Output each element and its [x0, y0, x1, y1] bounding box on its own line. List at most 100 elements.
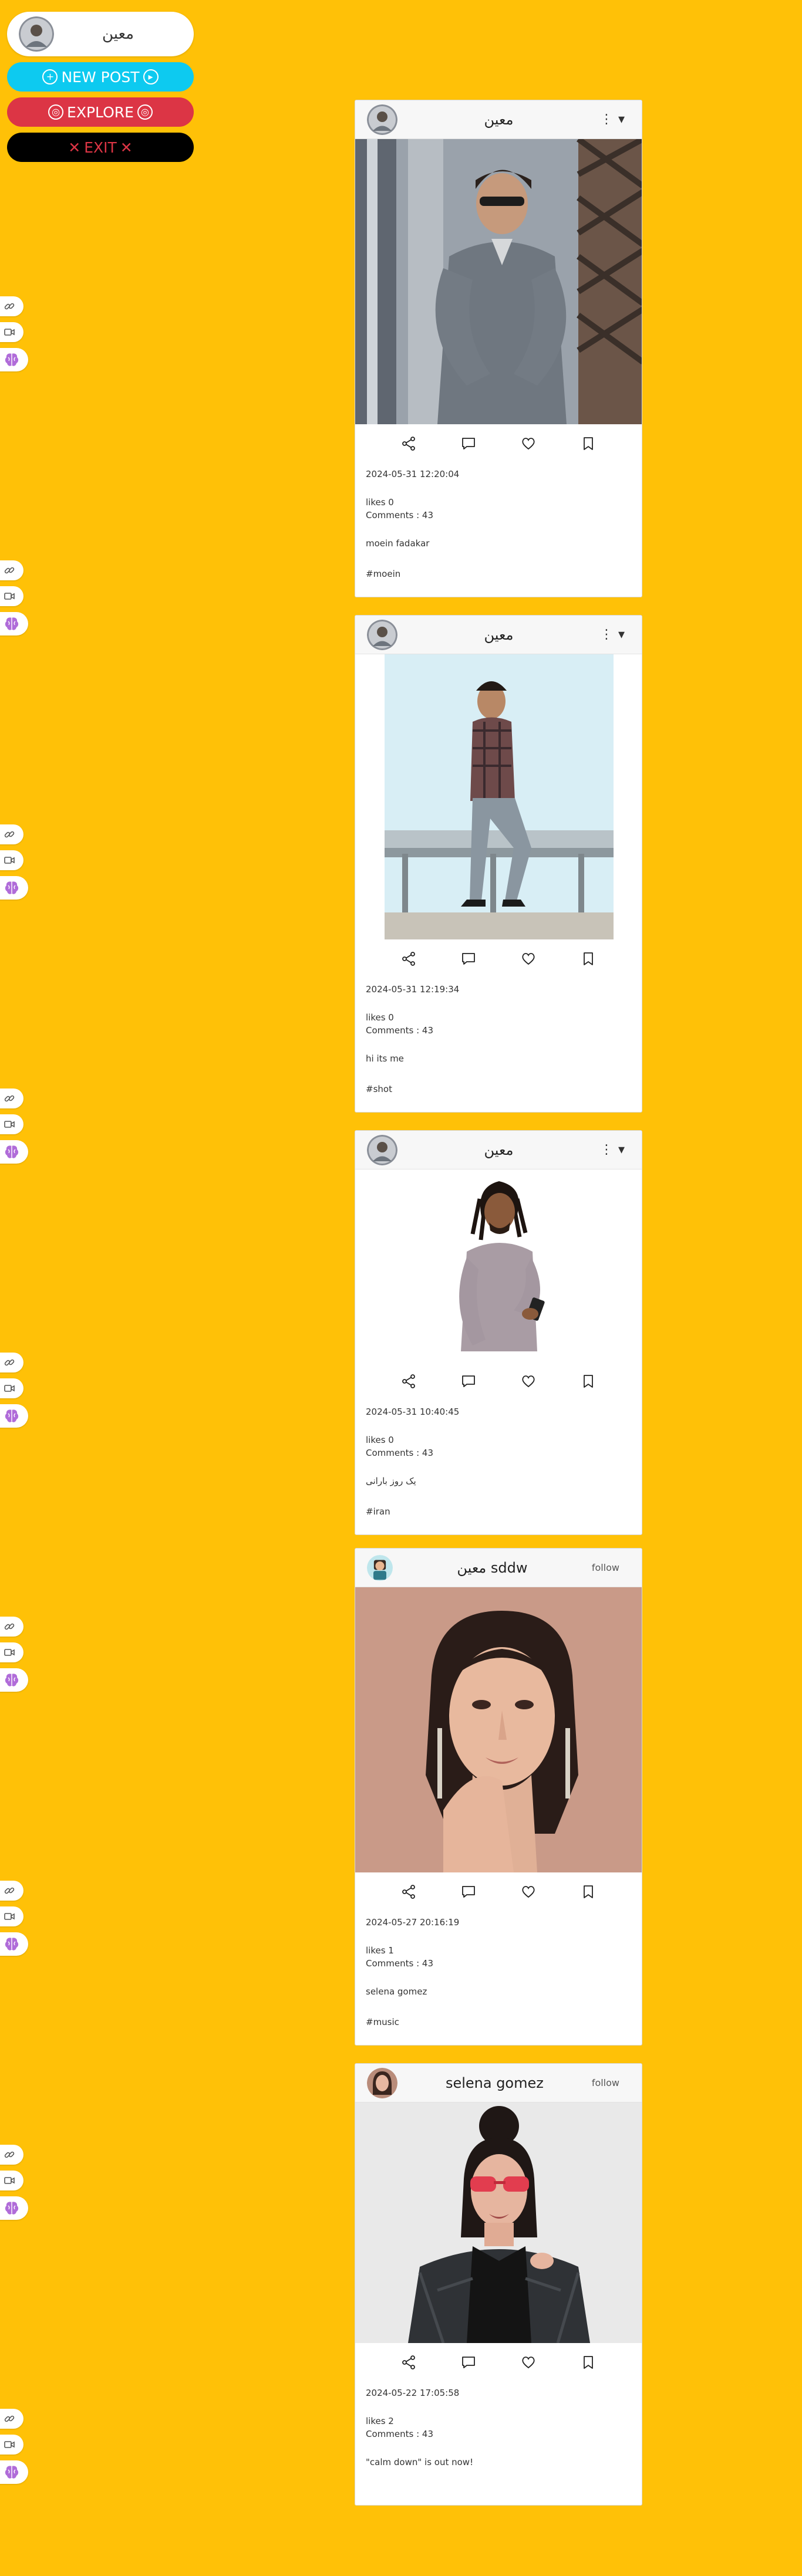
post-image[interactable]	[355, 654, 642, 939]
comments-count[interactable]: Comments : 43	[366, 1448, 631, 1458]
link-icon[interactable]	[0, 2409, 23, 2429]
heart-icon[interactable]	[521, 1374, 536, 1389]
brain-icon[interactable]	[0, 348, 28, 371]
video-icon[interactable]	[0, 1378, 23, 1398]
avatar[interactable]	[367, 2067, 397, 2098]
link-icon[interactable]	[0, 296, 23, 316]
comment-icon[interactable]	[461, 436, 476, 451]
new-post-button[interactable]: + NEW POST ▸	[7, 62, 194, 92]
video-icon[interactable]	[0, 586, 23, 606]
share-icon[interactable]	[401, 436, 416, 451]
share-icon[interactable]	[401, 2355, 416, 2370]
heart-icon[interactable]	[521, 1884, 536, 1899]
post-card: selena gomez follow 2024-05-22 17:05:58 …	[355, 2063, 642, 2506]
avatar[interactable]	[367, 1554, 393, 1581]
side-tools-group	[0, 2145, 29, 2226]
link-icon[interactable]	[0, 1881, 23, 1901]
post-date: 2024-05-31 10:40:45	[366, 1407, 460, 1417]
share-icon[interactable]	[401, 1374, 416, 1389]
video-icon[interactable]	[0, 2171, 23, 2190]
post-hashtag[interactable]: #moein	[366, 569, 631, 579]
link-icon[interactable]	[0, 1617, 23, 1637]
post-caption: hi its me	[366, 1053, 404, 1064]
post-author[interactable]: selena gomez	[397, 2075, 592, 2091]
video-icon[interactable]	[0, 1642, 23, 1662]
bookmark-icon[interactable]	[581, 436, 596, 451]
post-hashtag[interactable]: #music	[366, 2017, 631, 2027]
follow-button[interactable]: follow	[592, 2077, 630, 2088]
post-hashtag[interactable]: #shot	[366, 1084, 631, 1094]
bookmark-icon[interactable]	[581, 1884, 596, 1899]
post-author[interactable]: معین	[397, 627, 600, 643]
link-icon[interactable]	[0, 1088, 23, 1108]
follow-button[interactable]: follow	[592, 1562, 630, 1573]
post-image[interactable]	[355, 139, 642, 424]
post-actions	[355, 939, 642, 978]
comment-icon[interactable]	[461, 951, 476, 966]
comment-icon[interactable]	[461, 2355, 476, 2370]
brain-icon[interactable]	[0, 2196, 28, 2220]
bookmark-icon[interactable]	[581, 2355, 596, 2370]
avatar[interactable]	[367, 104, 397, 135]
share-icon[interactable]	[401, 951, 416, 966]
more-options-icon[interactable]: ⋮ ▾	[600, 1142, 630, 1157]
post-date: 2024-05-31 12:20:04	[366, 469, 460, 479]
post-image[interactable]	[355, 2102, 642, 2343]
post-hashtag[interactable]: #iran	[366, 1506, 631, 1517]
bookmark-icon[interactable]	[581, 1374, 596, 1389]
brain-icon[interactable]	[0, 1932, 28, 1956]
new-post-label: NEW POST	[61, 68, 140, 86]
exit-button[interactable]: ✕ EXIT ✕	[7, 133, 194, 162]
woman-sunglasses-photo	[355, 2102, 642, 2343]
video-icon[interactable]	[0, 2435, 23, 2455]
bookmark-icon[interactable]	[581, 951, 596, 966]
avatar[interactable]	[367, 1134, 397, 1165]
brain-icon[interactable]	[0, 1140, 28, 1164]
comments-count[interactable]: Comments : 43	[366, 2429, 631, 2439]
side-tools-group	[0, 2409, 29, 2490]
explore-button[interactable]: ◎ EXPLORE ◎	[7, 97, 194, 127]
post-header: معین ⋮ ▾	[355, 100, 642, 139]
link-icon[interactable]	[0, 1353, 23, 1372]
link-icon[interactable]	[0, 824, 23, 844]
heart-icon[interactable]	[521, 436, 536, 451]
link-icon[interactable]	[0, 560, 23, 580]
more-options-icon[interactable]: ⋮ ▾	[600, 627, 630, 642]
post-author[interactable]: معین	[397, 1142, 600, 1158]
brain-icon[interactable]	[0, 1404, 28, 1428]
likes-count: likes 1	[366, 1945, 394, 1956]
profile-pill[interactable]: معین	[7, 12, 194, 56]
likes-count: likes 0	[366, 497, 394, 508]
brain-icon[interactable]	[0, 876, 28, 900]
avatar[interactable]	[367, 619, 397, 650]
video-icon[interactable]	[0, 850, 23, 870]
side-tools-group	[0, 1088, 29, 1169]
brain-icon[interactable]	[0, 612, 28, 635]
heart-icon[interactable]	[521, 2355, 536, 2370]
comments-count[interactable]: Comments : 43	[366, 1958, 631, 1969]
video-icon[interactable]	[0, 1114, 23, 1134]
link-icon[interactable]	[0, 2145, 23, 2165]
side-menu: معین + NEW POST ▸ ◎ EXPLORE ◎ ✕ EXIT ✕	[7, 12, 194, 162]
video-icon[interactable]	[0, 1906, 23, 1926]
post-author[interactable]: معین	[397, 111, 600, 128]
share-icon[interactable]	[401, 1884, 416, 1899]
comment-icon[interactable]	[461, 1884, 476, 1899]
post-author[interactable]: معین sddw	[393, 1560, 592, 1576]
woman-portrait-photo	[355, 1587, 642, 1872]
brain-icon[interactable]	[0, 2460, 28, 2484]
username: معین	[102, 25, 134, 43]
man-grey-sweater-photo	[355, 139, 642, 424]
post-header: معین ⋮ ▾	[355, 616, 642, 654]
comments-count[interactable]: Comments : 43	[366, 1025, 631, 1036]
video-icon[interactable]	[0, 322, 23, 342]
post-image[interactable]	[355, 1587, 642, 1872]
brain-icon[interactable]	[0, 1668, 28, 1692]
comment-icon[interactable]	[461, 1374, 476, 1389]
comments-count[interactable]: Comments : 43	[366, 510, 631, 520]
avatar	[19, 16, 54, 52]
likes-count: likes 2	[366, 2416, 394, 2426]
heart-icon[interactable]	[521, 951, 536, 966]
more-options-icon[interactable]: ⋮ ▾	[600, 112, 630, 127]
post-image[interactable]	[355, 1169, 642, 1362]
